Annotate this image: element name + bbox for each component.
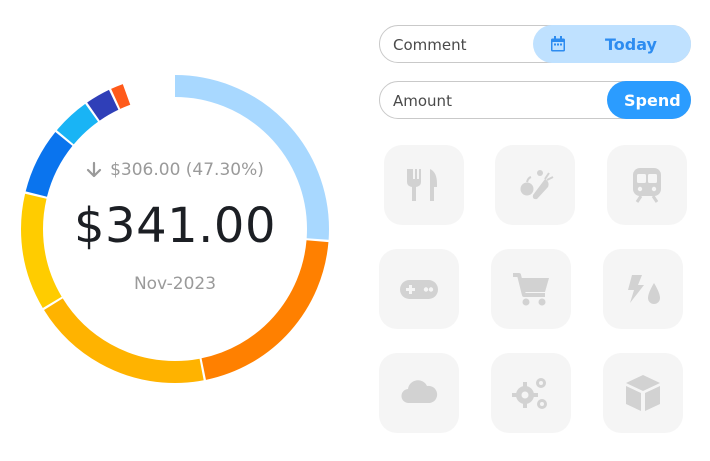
category-utilities[interactable] (603, 249, 683, 329)
comment-label: Comment (393, 36, 467, 54)
category-shopping[interactable] (491, 249, 571, 329)
category-services[interactable] (491, 353, 571, 433)
cogs-icon (512, 378, 547, 409)
arrow-down-icon (86, 161, 102, 178)
category-transport[interactable] (607, 145, 687, 225)
shopping-cart-icon (513, 273, 549, 306)
today-button[interactable]: Today (533, 25, 691, 63)
calendar-icon (551, 36, 565, 52)
groceries-icon (520, 170, 554, 200)
amount-field[interactable]: Amount Spend (379, 81, 691, 119)
change-text: $306.00 (47.30%) (110, 160, 264, 180)
category-food[interactable] (384, 145, 464, 225)
today-label: Today (605, 35, 657, 54)
comment-field[interactable]: Comment Today (379, 25, 691, 63)
spend-label: Spend (624, 91, 681, 110)
amount-label: Amount (393, 92, 452, 110)
category-groceries[interactable] (495, 145, 575, 225)
category-entertainment[interactable] (379, 249, 459, 329)
box-icon (626, 375, 660, 411)
train-icon (633, 168, 661, 203)
spending-donut-chart: $306.00 (47.30%) $341.00 Nov-2023 (20, 74, 330, 384)
change-indicator: $306.00 (47.30%) (20, 160, 330, 180)
utensils-icon (407, 169, 437, 201)
gamepad-icon (400, 280, 438, 299)
total-amount: $341.00 (74, 198, 276, 254)
cloud-icon (401, 380, 438, 404)
period-label[interactable]: Nov-2023 (20, 274, 330, 294)
category-cloud[interactable] (379, 353, 459, 433)
utilities-icon (628, 275, 660, 304)
category-other[interactable] (603, 353, 683, 433)
spend-button[interactable]: Spend (607, 81, 691, 119)
